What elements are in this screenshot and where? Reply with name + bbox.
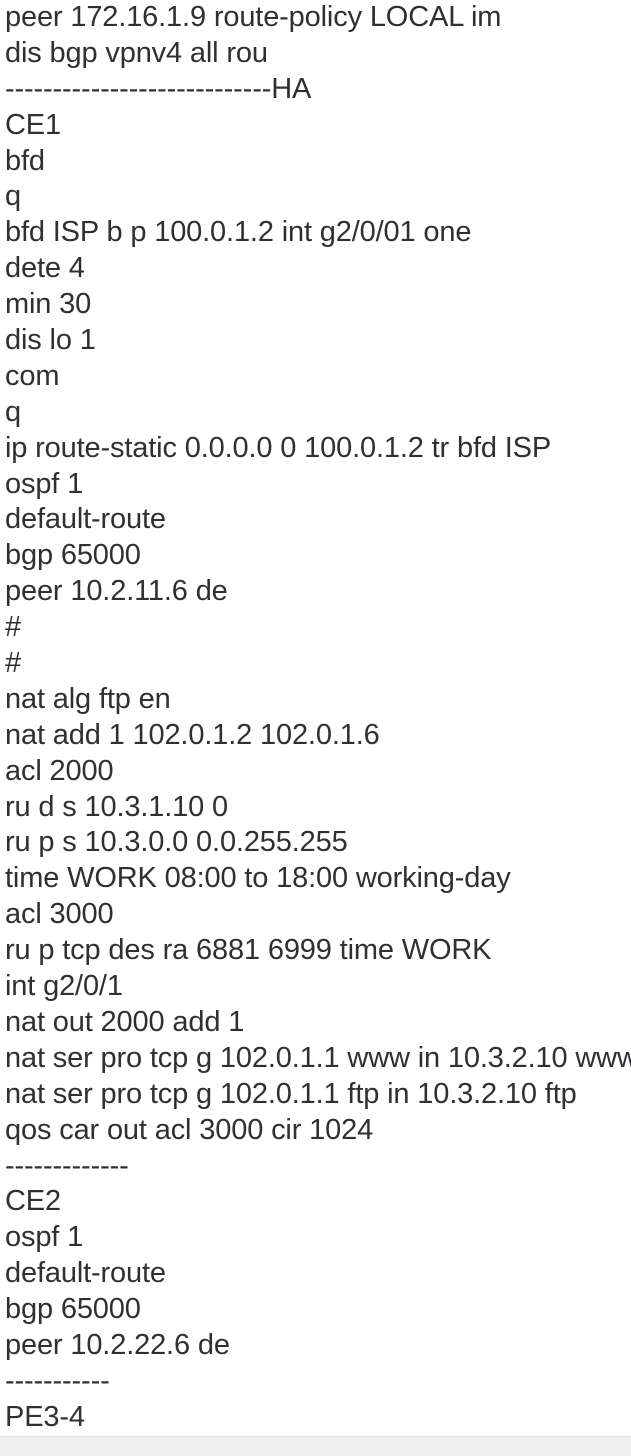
config-line: q (5, 395, 21, 428)
config-line: qos car out acl 3000 cir 1024 (5, 1113, 374, 1146)
config-line: default-route (5, 503, 166, 536)
configuration-text-document[interactable]: peer 172.16.1.9 route-policy LOCAL im dis… (0, 0, 631, 1436)
config-line: acl 3000 (5, 898, 114, 931)
section-separator: ------------- (5, 1149, 129, 1182)
config-line: dis bgp vpnv4 all rou (5, 36, 268, 69)
section-separator: ----------------------------HA (5, 72, 312, 105)
config-line: # (5, 611, 21, 644)
config-line: time WORK 08:00 to 18:00 working-day (5, 862, 511, 895)
config-line: bfd (5, 144, 45, 177)
config-line: CE2 (5, 1185, 61, 1218)
config-line: nat ser pro tcp g 102.0.1.1 ftp in 10.3.… (5, 1077, 577, 1110)
config-line: acl 2000 (5, 754, 114, 787)
config-line: peer 172.16.1.9 route-policy LOCAL im (5, 1, 502, 33)
config-line: # (5, 647, 21, 680)
config-line: nat ser pro tcp g 102.0.1.1 www in 10.3.… (5, 1041, 631, 1074)
config-line: dis lo 1 (5, 324, 96, 357)
config-line: PE3-4 (5, 1400, 85, 1433)
config-line: ospf 1 (5, 1221, 84, 1254)
config-line: default-route (5, 1257, 166, 1290)
config-line: bgp 65000 (5, 1293, 141, 1326)
config-line: ru p s 10.3.0.0 0.0.255.255 (5, 826, 348, 859)
section-separator: ----------- (5, 1364, 110, 1397)
config-line: bfd ISP b p 100.0.1.2 int g2/0/01 one (5, 216, 472, 249)
config-line: q (5, 180, 21, 213)
config-line: min 30 (5, 288, 92, 321)
config-line: peer 10.2.11.6 de (5, 575, 228, 608)
status-bar (0, 1436, 631, 1456)
config-line: nat out 2000 add 1 (5, 1005, 245, 1038)
config-line: peer 10.2.22.6 de (5, 1328, 230, 1361)
config-line: ru d s 10.3.1.10 0 (5, 790, 229, 823)
config-line: int g2/0/1 (5, 970, 123, 1003)
config-line: com (5, 359, 60, 392)
config-line: nat add 1 102.0.1.2 102.0.1.6 (5, 718, 380, 751)
config-line: ru p tcp des ra 6881 6999 time WORK (5, 934, 492, 967)
config-line: ip route-static 0.0.0.0 0 100.0.1.2 tr b… (5, 431, 552, 464)
config-line: CE1 (5, 108, 61, 141)
config-line: ospf 1 (5, 467, 84, 500)
config-line: nat alg ftp en (5, 682, 171, 715)
config-line: bgp 65000 (5, 539, 141, 572)
config-line: dete 4 (5, 252, 85, 285)
